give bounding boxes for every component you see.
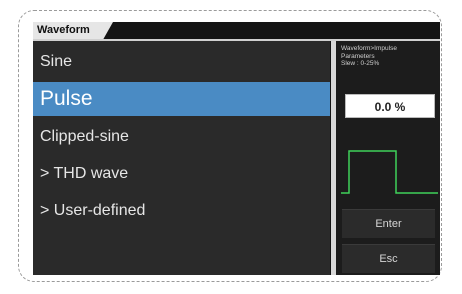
esc-button[interactable]: Esc <box>342 244 435 273</box>
value-field[interactable]: 0.0 % <box>345 94 435 118</box>
enter-button[interactable]: Enter <box>342 209 435 238</box>
device-screen: Waveform Sine Pulse Clipped-sine > THD w… <box>33 22 440 275</box>
info-line: Parameters <box>341 52 375 60</box>
side-panel: Waveform>Impulse Parameters Slew : 0-25%… <box>336 41 440 275</box>
menu-item-clipped-sine[interactable]: Clipped-sine <box>33 120 330 154</box>
menu-item-thd-wave[interactable]: > THD wave <box>33 157 330 191</box>
info-line: Slew : 0-25% <box>341 60 380 67</box>
menu-item-pulse[interactable]: Pulse <box>33 82 330 116</box>
pulse-waveform-icon <box>341 150 438 194</box>
info-line: Waveform>Impulse <box>341 45 397 52</box>
info-text: Waveform>Impulse Parameters Slew : 0-25% <box>341 45 437 68</box>
waveform-menu: Sine Pulse Clipped-sine > THD wave > Use… <box>33 41 330 275</box>
menu-item-sine[interactable]: Sine <box>33 45 330 79</box>
menu-item-user-defined[interactable]: > User-defined <box>33 194 330 228</box>
screen-title: Waveform <box>33 22 113 39</box>
